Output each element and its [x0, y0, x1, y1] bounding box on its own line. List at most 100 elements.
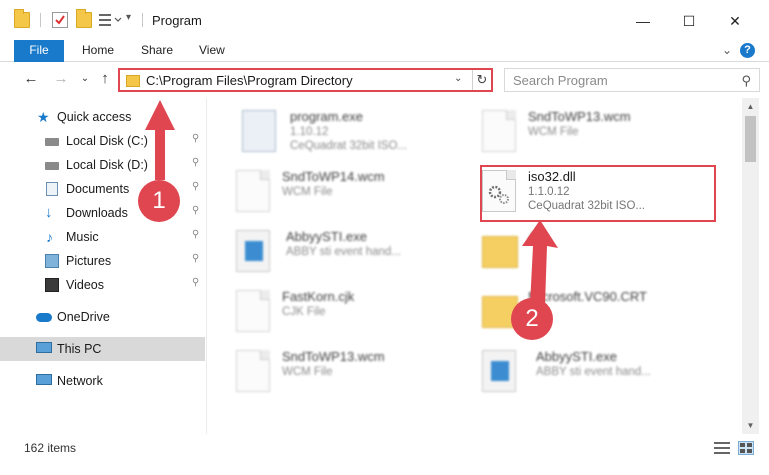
- nav-label: Quick access: [57, 110, 132, 124]
- file-name: SndToWP14.wcm: [282, 169, 385, 184]
- nav-label: Music: [66, 230, 99, 244]
- nav-item-network[interactable]: Network: [0, 369, 205, 393]
- nav-label: Network: [57, 374, 103, 388]
- pin-icon: ⚲: [192, 205, 200, 216]
- scroll-thumb[interactable]: [745, 116, 756, 162]
- app-icon: [482, 350, 516, 392]
- file-text: 4: [528, 229, 535, 244]
- nav-item-local-disk-d[interactable]: Local Disk (D:) ⚲: [0, 153, 205, 177]
- search-box[interactable]: Search Program ⚲: [504, 68, 760, 92]
- refresh-button[interactable]: ↻: [472, 70, 491, 90]
- nav-item-quick-access[interactable]: ★ Quick access: [0, 105, 205, 129]
- minimize-button[interactable]: —: [620, 6, 666, 36]
- maximize-button[interactable]: ☐: [666, 6, 712, 36]
- file-item[interactable]: 4: [464, 226, 714, 282]
- customize-toolbar-icon[interactable]: [98, 12, 122, 28]
- file-name: SndToWP13.wcm: [282, 349, 385, 364]
- nav-item-videos[interactable]: Videos ⚲: [0, 273, 205, 297]
- exe-icon: [242, 110, 276, 152]
- nav-item-pictures[interactable]: Pictures ⚲: [0, 249, 205, 273]
- scroll-up-button[interactable]: ▲: [742, 98, 759, 115]
- pin-icon: ⚲: [192, 181, 200, 192]
- file-name: program.exe: [290, 109, 363, 124]
- address-dropdown-icon[interactable]: ⌄: [454, 73, 468, 84]
- file-text: SndToWP13.wcm WCM File: [282, 349, 385, 378]
- scroll-down-button[interactable]: ▼: [742, 417, 759, 434]
- file-item[interactable]: SndToWP14.wcm WCM File: [218, 166, 468, 222]
- tab-share[interactable]: Share: [131, 40, 183, 62]
- status-bar: 162 items: [0, 434, 769, 475]
- pin-icon: ⚲: [192, 253, 200, 264]
- file-item[interactable]: AbbyySTI.exe ABBY sti event hand...: [464, 346, 714, 402]
- tab-home[interactable]: Home: [72, 40, 124, 62]
- download-icon: ↓: [45, 204, 53, 221]
- up-button[interactable]: ↑: [96, 70, 114, 88]
- pin-icon: ⚲: [192, 133, 200, 144]
- nav-item-this-pc[interactable]: This PC: [0, 337, 205, 361]
- doc-icon: [482, 110, 516, 152]
- properties-icon[interactable]: [52, 12, 68, 28]
- title-bar: ▾ Program — ☐ ✕: [0, 0, 769, 40]
- nav-item-local-disk-c[interactable]: Local Disk (C:) ⚲: [0, 129, 205, 153]
- nav-label: Downloads: [66, 206, 128, 220]
- tab-view[interactable]: View: [189, 40, 235, 62]
- help-icon[interactable]: ?: [740, 43, 755, 58]
- file-list: program.exe 1.10.12 CeQuadrat 32bit ISO.…: [208, 98, 742, 434]
- nav-label: OneDrive: [57, 310, 110, 324]
- nav-label: Pictures: [66, 254, 112, 268]
- nav-item-onedrive[interactable]: OneDrive: [0, 305, 205, 329]
- file-name: 4: [528, 229, 536, 244]
- file-detail: ABBY sti event hand...: [286, 246, 401, 258]
- file-detail: CJK File: [282, 306, 326, 318]
- divider: [142, 13, 143, 27]
- qat-dropdown-icon[interactable]: ▾: [126, 12, 142, 28]
- forward-button[interactable]: →: [52, 70, 70, 88]
- doc-icon: [236, 170, 270, 212]
- network-icon: [36, 374, 52, 385]
- nav-item-music[interactable]: ♪ Music ⚲: [0, 225, 205, 249]
- documents-icon: [46, 182, 58, 196]
- file-name: FastKorn.cjk: [282, 289, 355, 304]
- back-button[interactable]: ←: [22, 70, 40, 88]
- file-name: AbbyySTI.exe: [536, 349, 617, 364]
- new-folder-icon[interactable]: [76, 9, 92, 28]
- file-name: Microsoft.VC90.CRT: [528, 289, 647, 304]
- file-detail: WCM File: [282, 366, 333, 378]
- folder-icon: [14, 9, 30, 28]
- details-view-icon[interactable]: [714, 441, 730, 455]
- file-detail: 1.10.12: [290, 126, 329, 138]
- file-item[interactable]: SndToWP13.wcm WCM File: [464, 106, 714, 162]
- file-text: FastKorn.cjk CJK File: [282, 289, 354, 318]
- window-title: Program: [152, 13, 202, 28]
- star-icon: ★: [37, 109, 50, 125]
- search-icon[interactable]: ⚲: [741, 73, 751, 89]
- highlight-box: [480, 165, 716, 222]
- address-path[interactable]: C:\Program Files\Program Directory: [146, 73, 353, 88]
- address-bar[interactable]: C:\Program Files\Program Directory ⌄ ↻: [118, 68, 493, 92]
- search-input[interactable]: Search Program: [513, 73, 608, 88]
- file-detail: CeQuadrat 32bit ISO...: [290, 140, 407, 152]
- file-detail: WCM File: [528, 126, 579, 138]
- navigation-pane: ★ Quick access Local Disk (C:) ⚲ Local D…: [0, 98, 207, 434]
- ribbon-expand-icon[interactable]: ⌄: [712, 40, 742, 62]
- file-item[interactable]: Microsoft.VC90.CRT: [464, 286, 714, 342]
- tab-file[interactable]: File: [14, 40, 64, 62]
- file-detail: ABBY sti event hand...: [536, 366, 651, 378]
- file-item[interactable]: AbbyySTI.exe ABBY sti event hand...: [218, 226, 468, 282]
- file-item[interactable]: FastKorn.cjk CJK File: [218, 286, 468, 342]
- pin-icon: ⚲: [192, 229, 200, 240]
- videos-icon: [45, 278, 59, 292]
- folder-icon: [482, 236, 518, 268]
- file-item[interactable]: SndToWP13.wcm WCM File: [218, 346, 468, 402]
- ribbon-tabs: File Home Share View ⌄ ?: [0, 40, 769, 62]
- vertical-scrollbar[interactable]: ▲ ▼: [742, 98, 759, 434]
- recent-locations-button[interactable]: ⌄: [76, 70, 94, 88]
- music-icon: ♪: [46, 229, 53, 245]
- cloud-icon: [36, 313, 52, 322]
- file-item[interactable]: program.exe 1.10.12 CeQuadrat 32bit ISO.…: [224, 106, 474, 162]
- large-icons-view-icon[interactable]: [738, 441, 754, 455]
- file-name: AbbyySTI.exe: [286, 229, 367, 244]
- close-button[interactable]: ✕: [712, 6, 758, 36]
- file-text: AbbyySTI.exe ABBY sti event hand...: [536, 349, 651, 378]
- file-text: SndToWP13.wcm WCM File: [528, 109, 631, 138]
